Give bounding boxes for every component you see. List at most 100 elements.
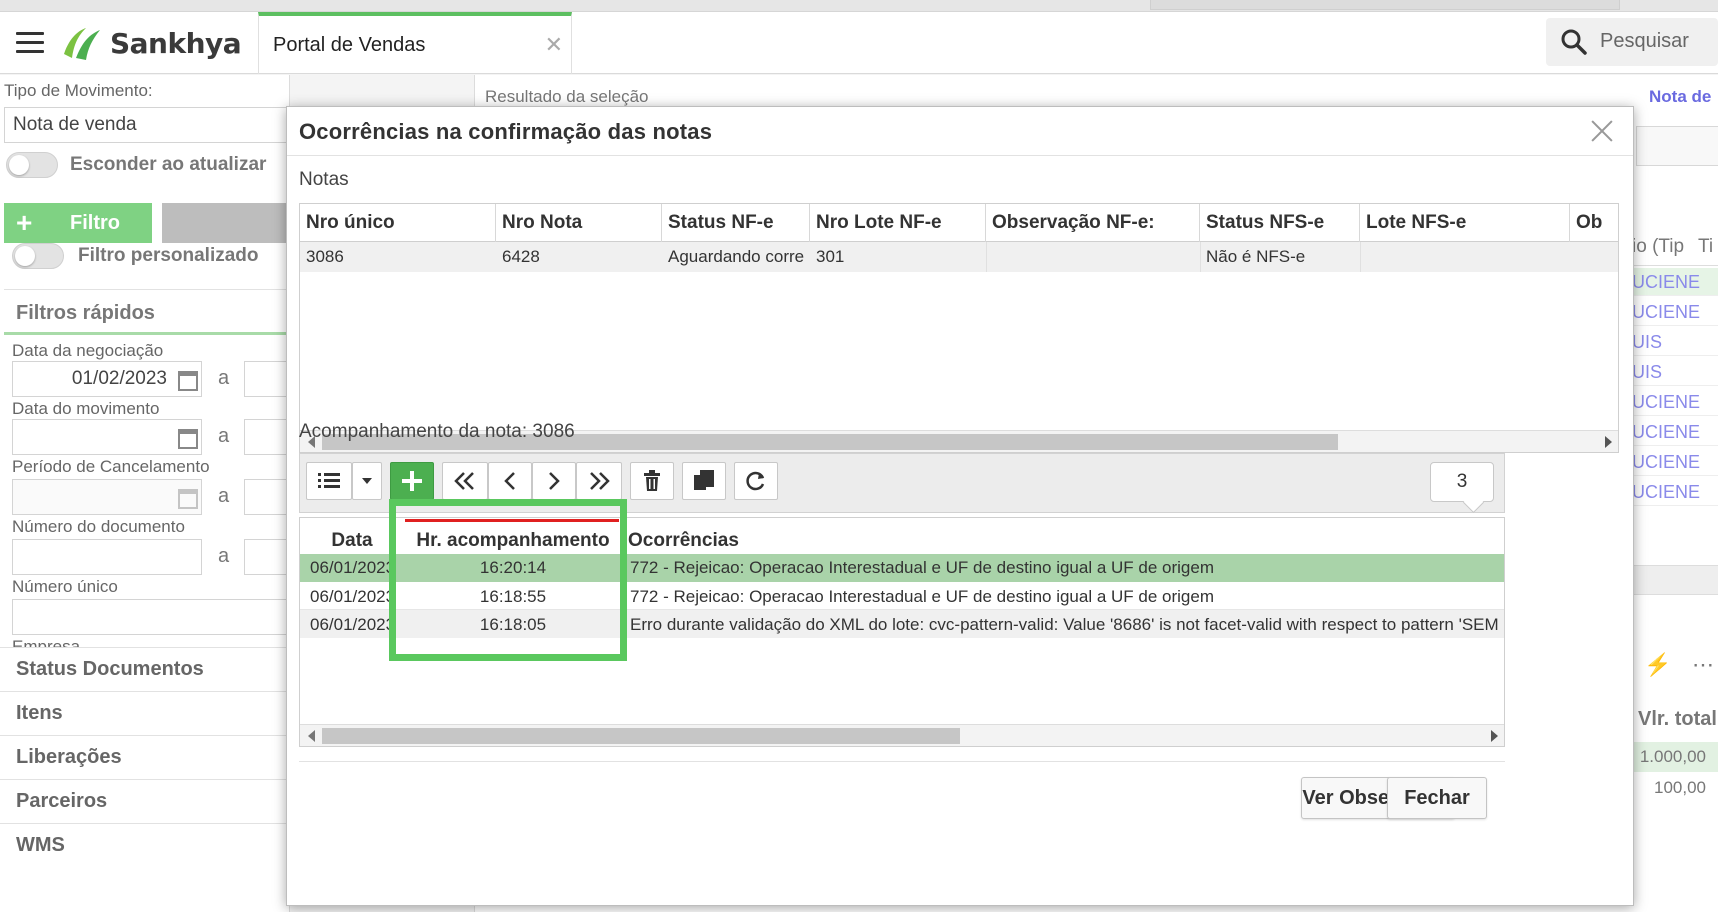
bg-col-header-b: Ti bbox=[1698, 236, 1714, 257]
table-row-selected[interactable]: 06/01/2023 16:20:14 772 - Rejeicao: Oper… bbox=[300, 554, 1504, 582]
filtro-button[interactable]: + Filtro bbox=[4, 203, 152, 243]
bg-row[interactable]: UIS bbox=[1632, 328, 1718, 356]
calendar-icon[interactable] bbox=[178, 489, 198, 509]
notas-grid-header: Nro único Nro Nota Status NF-e Nro Lote … bbox=[300, 204, 1618, 242]
col-nro-lote-nfe[interactable]: Nro Lote NF-e bbox=[810, 204, 986, 242]
notas-label: Notas bbox=[299, 169, 349, 190]
menu-icon[interactable] bbox=[16, 32, 44, 54]
scroll-right-icon[interactable] bbox=[1605, 436, 1612, 448]
numero-documento-to[interactable] bbox=[244, 539, 290, 575]
numero-documento-from[interactable] bbox=[12, 539, 202, 575]
add-button[interactable] bbox=[390, 462, 434, 500]
view-dropdown-button[interactable] bbox=[352, 462, 382, 500]
tipo-movimento-field[interactable]: Nota de venda bbox=[4, 107, 290, 143]
periodo-cancelamento-label: Período de Cancelamento bbox=[12, 457, 210, 476]
cell-nro-nota: 6428 bbox=[502, 247, 540, 266]
duplicate-button[interactable] bbox=[682, 462, 726, 500]
bg-row[interactable]: UCIENE bbox=[1632, 388, 1718, 416]
refresh-button[interactable] bbox=[734, 462, 778, 500]
section-liberacoes[interactable]: Liberações bbox=[0, 735, 290, 779]
periodo-cancelamento-to[interactable] bbox=[244, 479, 290, 515]
section-status-documentos[interactable]: Status Documentos bbox=[0, 647, 290, 691]
bg-control[interactable] bbox=[1636, 126, 1718, 166]
numero-documento-label: Número do documento bbox=[12, 517, 185, 536]
bg-row[interactable]: UCIENE bbox=[1632, 298, 1718, 326]
copy-icon bbox=[694, 470, 714, 490]
acompanhamento-grid: Data Hr. acompanhamento Ocorrências 06/0… bbox=[299, 517, 1505, 747]
col-observacao-nfe[interactable]: Observação NF-e: bbox=[986, 204, 1200, 242]
sort-indicator bbox=[405, 519, 619, 522]
a-separator: a bbox=[218, 367, 230, 389]
bg-row[interactable]: UCIENE bbox=[1632, 448, 1718, 476]
more-icon[interactable]: ⋯ bbox=[1692, 652, 1714, 678]
close-icon[interactable] bbox=[1587, 115, 1617, 145]
logo-text: Sankhya bbox=[110, 26, 242, 60]
list-view-button[interactable] bbox=[306, 462, 352, 500]
nota-link[interactable]: Nota de bbox=[1649, 87, 1711, 107]
col-ob[interactable]: Ob bbox=[1570, 204, 1618, 242]
filtros-rapidos-header[interactable]: Filtros rápidos bbox=[4, 289, 290, 335]
scroll-thumb[interactable] bbox=[322, 728, 960, 744]
search-box[interactable]: Pesquisar bbox=[1546, 18, 1718, 66]
section-itens[interactable]: Itens bbox=[0, 691, 290, 735]
data-movimento-to[interactable] bbox=[244, 419, 290, 455]
next-record-button[interactable] bbox=[532, 462, 576, 500]
data-negociacao-to[interactable] bbox=[244, 361, 290, 397]
cell-hora: 16:18:55 bbox=[479, 587, 547, 606]
filtro-personalizado-toggle[interactable] bbox=[12, 243, 64, 269]
numero-unico-field[interactable] bbox=[12, 599, 290, 635]
vlr-value: 1.000,00 bbox=[1639, 747, 1706, 766]
vlr-total-label: Vlr. total bbox=[1638, 708, 1717, 730]
col-status-nfe[interactable]: Status NF-e bbox=[662, 204, 810, 242]
filtros-rapidos-label: Filtros rápidos bbox=[16, 302, 155, 324]
bg-row[interactable]: UCIENE bbox=[1632, 418, 1718, 446]
tab-portal-de-vendas[interactable]: Portal de Vendas ✕ bbox=[258, 12, 572, 74]
search-icon bbox=[1560, 28, 1588, 61]
refresh-icon bbox=[746, 471, 765, 491]
cell-nro-unico: 3086 bbox=[306, 247, 344, 266]
esconder-toggle[interactable] bbox=[6, 152, 58, 178]
data-movimento-from[interactable] bbox=[12, 419, 202, 455]
data-negociacao-label: Data da negociação bbox=[12, 341, 164, 360]
section-wms[interactable]: WMS bbox=[0, 823, 290, 867]
previous-record-button[interactable] bbox=[488, 462, 532, 500]
search-placeholder: Pesquisar bbox=[1600, 30, 1689, 52]
trash-icon bbox=[644, 470, 660, 491]
periodo-cancelamento-from[interactable] bbox=[12, 479, 202, 515]
bg-divider bbox=[1632, 565, 1718, 595]
bg-row[interactable]: UIS bbox=[1632, 358, 1718, 386]
scroll-right-icon[interactable] bbox=[1491, 730, 1498, 742]
bg-row[interactable]: UCIENE bbox=[1632, 478, 1718, 506]
filter-panel: Tipo de Movimento: Nota de venda Esconde… bbox=[0, 75, 290, 912]
sankhya-logo[interactable]: Sankhya bbox=[60, 24, 242, 62]
caret-down-icon bbox=[362, 478, 372, 484]
list-icon bbox=[318, 473, 340, 488]
table-row[interactable]: 06/01/2023 16:18:55 772 - Rejeicao: Oper… bbox=[300, 582, 1504, 610]
tab-hint bbox=[1150, 0, 1620, 10]
calendar-icon[interactable] bbox=[178, 371, 198, 391]
col-nro-nota[interactable]: Nro Nota bbox=[496, 204, 662, 242]
scroll-left-icon[interactable] bbox=[308, 730, 315, 742]
bg-row[interactable]: UCIENE bbox=[1632, 268, 1718, 296]
calendar-icon[interactable] bbox=[178, 429, 198, 449]
bg-col-header-a: io (Tip bbox=[1632, 236, 1685, 257]
section-parceiros[interactable]: Parceiros bbox=[0, 779, 290, 823]
data-negociacao-from[interactable]: 01/02/2023 bbox=[12, 361, 202, 397]
fechar-button[interactable]: Fechar bbox=[1387, 777, 1487, 819]
lightning-icon[interactable]: ⚡ bbox=[1644, 652, 1671, 678]
app-header: Sankhya Portal de Vendas ✕ Pesquisar bbox=[0, 12, 1718, 74]
table-row[interactable]: 3086 6428 Aguardando corre 301 Não é NFS… bbox=[300, 242, 1618, 272]
acomp-hscrollbar[interactable] bbox=[300, 724, 1504, 746]
col-nro-unico[interactable]: Nro único bbox=[300, 204, 496, 242]
col-lote-nfse[interactable]: Lote NFS-e bbox=[1360, 204, 1570, 242]
last-record-button[interactable] bbox=[576, 462, 622, 500]
first-record-button[interactable] bbox=[442, 462, 488, 500]
tab-close-icon[interactable]: ✕ bbox=[545, 32, 563, 58]
cell-ocorrencia: Erro durante validação do XML do lote: c… bbox=[630, 615, 1500, 634]
secondary-button[interactable] bbox=[162, 203, 290, 243]
delete-button[interactable] bbox=[630, 462, 674, 500]
col-status-nfse[interactable]: Status NFS-e bbox=[1200, 204, 1360, 242]
cell-divider bbox=[1360, 242, 1361, 272]
numero-unico-label: Número único bbox=[12, 577, 118, 596]
table-row[interactable]: 06/01/2023 16:18:05 Erro durante validaç… bbox=[300, 610, 1504, 638]
